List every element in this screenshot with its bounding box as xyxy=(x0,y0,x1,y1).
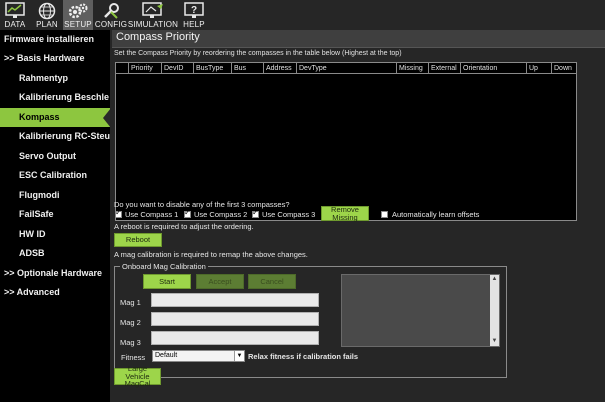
column-header-address: Address xyxy=(263,63,296,74)
group-title: Onboard Mag Calibration xyxy=(120,262,208,271)
scroll-up-icon[interactable]: ▲ xyxy=(490,275,499,284)
mag1-label: Mag 1 xyxy=(120,298,141,307)
use-compass-3-label: Use Compass 3 xyxy=(262,210,316,219)
use-compass-2-label: Use Compass 2 xyxy=(194,210,248,219)
panel-header: Compass Priority xyxy=(112,30,605,48)
sidebar-item-optionale-hardware[interactable]: >> Optionale Hardware xyxy=(0,264,110,283)
large-vehicle-label-line2: MagCal xyxy=(124,379,151,389)
simulation-button[interactable]: SIMULATION xyxy=(127,0,179,30)
main-panel: Compass Priority Set the Compass Priorit… xyxy=(110,30,605,402)
sidebar-item-kalibrierung-beschleunigung[interactable]: Kalibrierung Beschle xyxy=(0,88,110,107)
auto-learn-offsets-label: Automatically learn offsets xyxy=(392,210,480,219)
active-arrow-icon xyxy=(103,108,110,128)
data-button[interactable]: DATA xyxy=(2,0,28,30)
top-toolbar: DATA PLAN SETUP CONFIG SIMULATION ? HELP xyxy=(0,0,605,30)
calibration-log-box[interactable]: ▲ ▼ xyxy=(341,274,500,347)
fitness-label: Fitness xyxy=(121,353,146,362)
reboot-button[interactable]: Reboot xyxy=(114,233,162,247)
monitor-chart-icon xyxy=(4,1,26,20)
cancel-button[interactable]: Cancel xyxy=(248,274,296,289)
mag3-progress xyxy=(151,331,319,345)
help-monitor-icon: ? xyxy=(183,1,205,20)
help-button[interactable]: ? HELP xyxy=(180,0,208,30)
table-header: Priority DevID BusType Bus Address DevTy… xyxy=(116,63,576,74)
left-sidebar: Firmware installieren >> Basis Hardware … xyxy=(0,30,110,402)
use-compass-2-checkbox[interactable] xyxy=(184,208,191,218)
column-header-down: Down xyxy=(551,63,577,74)
sidebar-item-rahmentyp[interactable]: Rahmentyp xyxy=(0,69,110,88)
plan-label: PLAN xyxy=(36,20,58,29)
column-header-orientation: Orientation xyxy=(460,63,526,74)
sidebar-item-servo-output[interactable]: Servo Output xyxy=(0,147,110,166)
column-header-missing: Missing xyxy=(396,63,428,74)
globe-icon xyxy=(36,1,58,20)
large-vehicle-magcal-button[interactable]: Large Vehicle MagCal xyxy=(114,363,161,389)
sidebar-item-basis-hardware[interactable]: >> Basis Hardware xyxy=(0,49,110,68)
mag3-label: Mag 3 xyxy=(120,338,141,347)
setup-button[interactable]: SETUP xyxy=(63,0,93,30)
column-header-bus: Bus xyxy=(231,63,263,74)
sidebar-item-failsafe[interactable]: FailSafe xyxy=(0,205,110,224)
gears-icon xyxy=(67,1,89,20)
sidebar-item-firmware[interactable]: Firmware installieren xyxy=(0,30,110,49)
simulation-monitor-icon xyxy=(142,1,164,20)
auto-learn-offsets-checkbox[interactable] xyxy=(381,211,388,218)
config-button[interactable]: CONFIG xyxy=(94,0,128,30)
sidebar-item-label: Kompass xyxy=(19,112,60,122)
sidebar-item-advanced[interactable]: >> Advanced xyxy=(0,283,110,302)
column-header-priority: Priority xyxy=(128,63,161,74)
sidebar-item-kalibrierung-rc[interactable]: Kalibrierung RC-Steu xyxy=(0,127,110,146)
wrench-icon xyxy=(100,1,122,20)
compass-priority-table[interactable]: Priority DevID BusType Bus Address DevTy… xyxy=(115,62,577,221)
mag2-progress xyxy=(151,312,319,326)
large-vehicle-label-line1: Large Vehicle xyxy=(125,363,150,381)
column-header-select xyxy=(116,63,128,74)
sidebar-item-adsb[interactable]: ADSB xyxy=(0,244,110,263)
plan-button[interactable]: PLAN xyxy=(33,0,61,30)
remove-missing-button[interactable]: Remove Missing xyxy=(321,205,369,221)
column-header-up: Up xyxy=(526,63,551,74)
column-header-external: External xyxy=(428,63,460,74)
mag1-progress xyxy=(151,293,319,307)
simulation-label: SIMULATION xyxy=(127,20,179,29)
sidebar-item-hw-id[interactable]: HW ID xyxy=(0,225,110,244)
column-header-devtype: DevType xyxy=(296,63,396,74)
fitness-value: Default xyxy=(155,352,178,359)
chevron-down-icon: ▼ xyxy=(234,351,244,361)
priority-description: Set the Compass Priority by reordering t… xyxy=(114,50,402,57)
setup-label: SETUP xyxy=(64,20,92,29)
sidebar-item-flugmodi[interactable]: Flugmodi xyxy=(0,186,110,205)
mag-calibration-note: A mag calibration is required to remap t… xyxy=(114,250,308,259)
use-compass-1-checkbox[interactable] xyxy=(115,208,122,218)
start-button[interactable]: Start xyxy=(143,274,191,289)
help-label: HELP xyxy=(183,20,205,29)
svg-text:?: ? xyxy=(191,5,197,16)
data-label: DATA xyxy=(4,20,26,29)
scroll-down-icon[interactable]: ▼ xyxy=(490,337,499,346)
use-compass-1-label: Use Compass 1 xyxy=(125,210,179,219)
relax-fitness-label: Relax fitness if calibration fails xyxy=(248,352,359,361)
use-compass-3-checkbox[interactable] xyxy=(252,208,259,218)
log-scrollbar[interactable]: ▲ ▼ xyxy=(490,275,499,346)
page-title: Compass Priority xyxy=(116,31,200,43)
config-label: CONFIG xyxy=(94,20,128,29)
reboot-note: A reboot is required to adjust the order… xyxy=(114,222,254,231)
onboard-mag-calibration-group: Onboard Mag Calibration Start Accept Can… xyxy=(114,262,507,378)
fitness-select[interactable]: Default ▼ xyxy=(152,350,245,362)
mag2-label: Mag 2 xyxy=(120,318,141,327)
column-header-bustype: BusType xyxy=(193,63,231,74)
sidebar-item-esc-calibration[interactable]: ESC Calibration xyxy=(0,166,110,185)
sidebar-item-kompass[interactable]: Kompass xyxy=(0,108,110,128)
accept-button[interactable]: Accept xyxy=(196,274,244,289)
column-header-devid: DevID xyxy=(161,63,193,74)
disable-question: Do you want to disable any of the first … xyxy=(114,200,290,209)
